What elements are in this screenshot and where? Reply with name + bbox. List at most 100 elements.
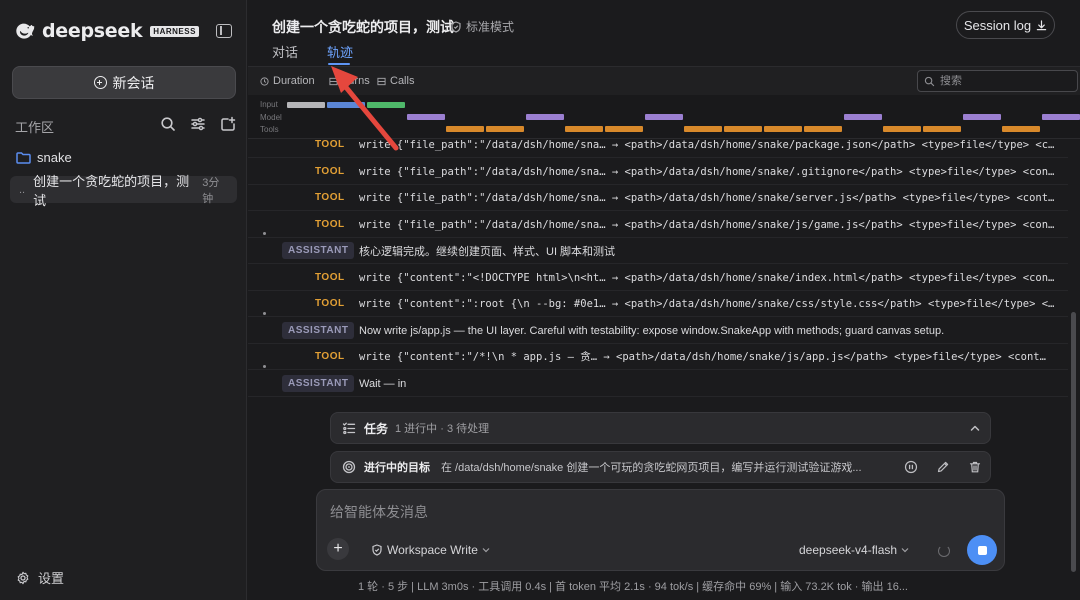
trace-row-tool[interactable]: TOOL write {"content":"/*!\n * app.js — 贪… <box>248 344 1068 370</box>
trace-row-assistant[interactable]: ASSISTANT Wait — in <box>248 365 1068 397</box>
goal-panel[interactable]: 进行中的目标 在 /data/dsh/home/snake 创建一个可玩的贪吃蛇… <box>330 451 991 483</box>
turn-marker-dot <box>263 312 266 315</box>
goal-text: 在 /data/dsh/home/snake 创建一个可玩的贪吃蛇网页项目，编写… <box>441 462 862 474</box>
model-select[interactable]: deepseek-v4-flash <box>799 543 909 557</box>
trace-search-input[interactable] <box>940 75 1070 87</box>
active-tab-indicator <box>328 63 350 65</box>
scrollbar[interactable] <box>1071 312 1076 572</box>
attach-plus-button[interactable]: + <box>327 538 349 560</box>
plus-circle-icon <box>93 76 107 89</box>
turn-marker-dot <box>263 365 266 368</box>
goal-label: 进行中的目标 <box>364 462 430 474</box>
loading-spinner-icon <box>938 545 950 557</box>
trace-row-assistant[interactable]: ASSISTANT 核心逻辑完成。继续创建页面、样式、UI 脚本和测试 <box>248 232 1068 264</box>
tool-badge: TOOL <box>315 192 345 203</box>
tool-badge: TOOL <box>315 272 345 283</box>
permission-mode-label: Workspace Write <box>387 543 478 557</box>
goal-actions <box>904 460 982 474</box>
mode-indicator[interactable]: 标准模式 <box>450 18 514 35</box>
session-log-button[interactable]: Session log <box>956 11 1055 39</box>
trace-row-tool[interactable]: TOOL write {"file_path":"/data/dsh/home/s… <box>248 132 1068 158</box>
timeline-model-bar <box>963 114 1001 120</box>
new-folder-icon[interactable] <box>220 116 236 132</box>
tasks-title: 任务 <box>364 421 389 436</box>
message-composer: + Workspace Write deepseek-v4-flash <box>316 489 1005 571</box>
gear-icon <box>17 571 29 584</box>
tab-trace[interactable]: 轨迹 <box>327 42 353 61</box>
folder-name: snake <box>37 150 72 165</box>
brand-logo[interactable]: deepseek HARNESS <box>14 20 199 42</box>
list-icon <box>377 77 386 85</box>
timeline-input-bar <box>367 102 405 108</box>
turn-marker-dot <box>263 232 266 235</box>
timeline-input-bar <box>287 102 325 108</box>
settings-button[interactable]: 设置 <box>16 568 64 587</box>
tool-badge: TOOL <box>315 351 345 362</box>
session-log-label: Session log <box>963 17 1032 33</box>
new-chat-label: 新会话 <box>112 74 155 91</box>
tool-badge: TOOL <box>315 298 345 309</box>
trace-toolbar: Duration Turns Calls <box>248 67 1080 95</box>
shield-check-icon <box>372 544 382 556</box>
row-content: Now write js/app.js — the UI layer. Care… <box>359 324 945 337</box>
row-content: Wait — in <box>359 377 407 390</box>
tab-chat[interactable]: 对话 <box>272 42 298 61</box>
row-content: 核心逻辑完成。继续创建页面、样式、UI 脚本和测试 <box>359 245 616 258</box>
row-content: write {"file_path":"/data/dsh/home/sna… … <box>359 138 1055 151</box>
session-item[interactable]: .. 创建一个贪吃蛇的项目，测试 3分钟 <box>10 174 237 208</box>
duration-label: Duration <box>273 75 315 87</box>
calls-label: Calls <box>390 75 415 87</box>
session-title: 创建一个贪吃蛇的项目，测试 <box>33 173 190 208</box>
timeline-label-model: Model <box>260 113 282 122</box>
trash-icon[interactable] <box>968 460 982 474</box>
stop-button[interactable] <box>967 535 997 565</box>
whale-logo-icon <box>16 23 35 39</box>
row-content: write {"content":"<!DOCTYPE html>\n<ht… … <box>359 271 1055 284</box>
message-input[interactable] <box>330 502 990 524</box>
assistant-badge: ASSISTANT <box>282 322 355 339</box>
calls-toggle[interactable]: Calls <box>377 75 414 87</box>
row-content: write {"file_path":"/data/dsh/home/sna… … <box>359 165 1055 178</box>
timeline-model-bar <box>526 114 564 120</box>
folder-snake[interactable]: snake <box>16 150 72 165</box>
mode-label: 标准模式 <box>466 20 515 34</box>
turns-label: Turns <box>342 75 370 87</box>
timeline-model-bar <box>407 114 445 120</box>
settings-label: 设置 <box>38 571 65 586</box>
trace-row-tool[interactable]: TOOL write {"file_path":"/data/dsh/home/s… <box>248 185 1068 211</box>
timeline-label-input: Input <box>260 100 278 109</box>
tasks-actions <box>968 421 982 435</box>
trace-row-tool[interactable]: TOOL write {"file_path":"/data/dsh/home/s… <box>248 159 1068 185</box>
harness-badge: HARNESS <box>150 25 199 37</box>
download-icon <box>1036 19 1047 30</box>
timeline-model-bar <box>1042 114 1080 120</box>
trace-row-tool[interactable]: TOOL write {"content":"<!DOCTYPE html>\n<… <box>248 265 1068 291</box>
tasks-panel[interactable]: 任务 1 进行中 · 3 待处理 <box>330 412 991 444</box>
target-icon <box>342 460 356 474</box>
chevron-up-icon[interactable] <box>968 421 982 435</box>
trace-search[interactable] <box>917 70 1078 92</box>
permission-mode-select[interactable]: Workspace Write <box>371 543 490 557</box>
new-chat-button[interactable]: 新会话 <box>12 66 236 99</box>
row-content: write {"content":":root {\n --bg: #0e1… … <box>359 297 1055 310</box>
tasks-meta: 1 进行中 · 3 待处理 <box>395 423 490 435</box>
sidebar-toggle-icon[interactable] <box>216 24 232 38</box>
filter-sliders-icon[interactable] <box>190 116 206 132</box>
trace-row-tool[interactable]: TOOL write {"file_path":"/data/dsh/home/s… <box>248 212 1068 238</box>
trace-row-tool[interactable]: TOOL write {"content":":root {\n --bg: #0… <box>248 291 1068 317</box>
search-icon[interactable] <box>160 116 176 132</box>
row-content: write {"file_path":"/data/dsh/home/sna… … <box>359 218 1055 231</box>
folder-icon <box>16 151 31 164</box>
pause-icon[interactable] <box>904 460 918 474</box>
trace-row-assistant[interactable]: ASSISTANT Now write js/app.js — the UI la… <box>248 312 1068 344</box>
session-status-dots: .. <box>19 183 26 196</box>
turns-toggle[interactable]: Turns <box>329 75 370 87</box>
tool-badge: TOOL <box>315 166 345 177</box>
tool-badge: TOOL <box>315 139 345 150</box>
workspace-tools <box>160 116 236 132</box>
brand-name: deepseek <box>42 20 143 42</box>
stop-square-icon <box>977 545 987 555</box>
row-content: write {"file_path":"/data/dsh/home/sna… … <box>359 191 1055 204</box>
edit-pencil-icon[interactable] <box>936 460 950 474</box>
duration-toggle[interactable]: Duration <box>260 75 315 87</box>
